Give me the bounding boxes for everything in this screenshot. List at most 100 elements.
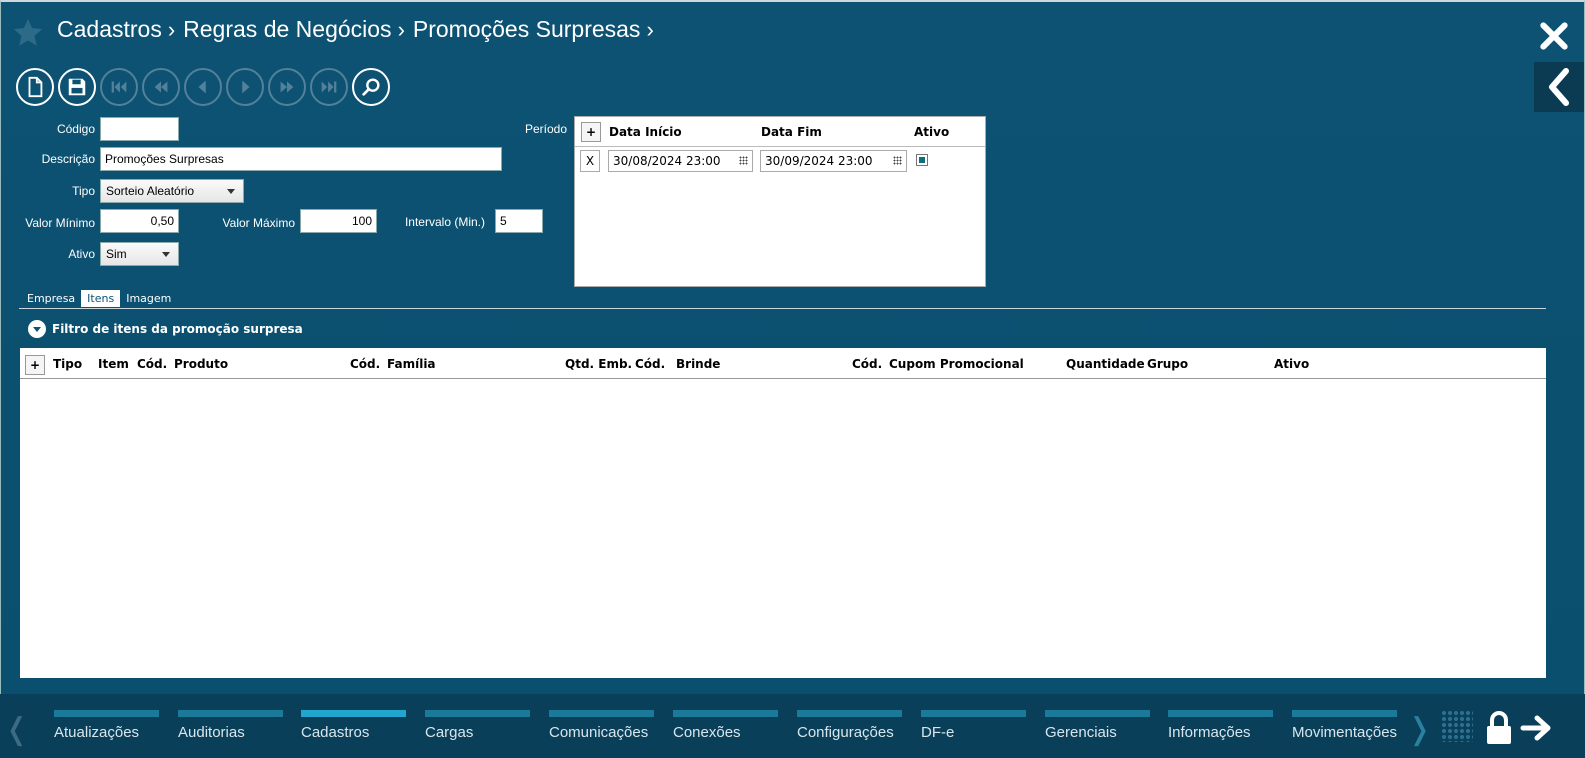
first-record-button[interactable]: [100, 68, 138, 106]
close-icon[interactable]: [1538, 20, 1570, 52]
tab-itens[interactable]: Itens: [81, 290, 121, 307]
nav-bar: [1045, 710, 1150, 717]
logout-arrow-icon[interactable]: [1520, 712, 1554, 744]
nav-item-gerenciais[interactable]: Gerenciais: [1045, 710, 1150, 741]
filter-toggle[interactable]: Filtro de itens da promoção surpresa: [28, 320, 303, 338]
tipo-select[interactable]: Sorteio Aleatório: [100, 179, 244, 203]
back-button[interactable]: [1534, 62, 1584, 112]
remove-periodo-button[interactable]: X: [580, 150, 600, 172]
tipo-value: Sorteio Aleatório: [106, 184, 195, 198]
periodo-grid-header: + Data Início Data Fim Ativo: [575, 117, 985, 147]
col-grupo: Grupo: [1147, 357, 1189, 371]
nav-scroll-right-icon[interactable]: ❭: [1407, 712, 1432, 747]
rewind-button[interactable]: [142, 68, 180, 106]
nav-label: Movimentações: [1292, 724, 1397, 741]
items-grid: + Tipo Item Cód. Produto Cód. Família Qt…: [20, 348, 1546, 678]
nav-label: DF-e: [921, 724, 955, 741]
breadcrumb: Cadastros › Regras de Negócios › Promoçõ…: [57, 16, 662, 43]
nav-item-informacoes[interactable]: Informações: [1168, 710, 1273, 741]
ativo-select[interactable]: Sim: [100, 242, 179, 266]
col-familia: Família: [387, 357, 436, 371]
tab-empresa[interactable]: Empresa: [21, 290, 81, 307]
nav-item-auditorias[interactable]: Auditorias: [178, 710, 283, 741]
col-cupom-promocional: Cupom Promocional: [889, 357, 1024, 371]
nav-label: Conexões: [673, 724, 741, 741]
col-ativo: Ativo: [914, 125, 950, 139]
data-fim-input[interactable]: 30/09/2024 23:00: [760, 150, 907, 172]
nav-item-cadastros[interactable]: Cadastros: [301, 710, 406, 741]
tipo-label: Tipo: [72, 184, 95, 198]
nav-bar: [178, 710, 283, 717]
col-produto: Produto: [174, 357, 229, 371]
rewind-icon: [154, 81, 168, 93]
valor-minimo-input[interactable]: [100, 209, 179, 233]
periodo-grid: + Data Início Data Fim Ativo X 30/08/202…: [574, 116, 986, 287]
expand-icon[interactable]: [28, 320, 46, 338]
col-cod-brinde: Cód.: [635, 357, 666, 371]
search-button[interactable]: [352, 68, 390, 106]
breadcrumb-item-regras[interactable]: Regras de Negócios: [183, 16, 391, 43]
tab-imagem[interactable]: Imagem: [120, 290, 177, 307]
col-tipo: Tipo: [53, 357, 83, 371]
dropdown-arrow-icon: [162, 252, 170, 257]
add-periodo-button[interactable]: +: [581, 122, 601, 142]
intervalo-label: Intervalo (Min.): [404, 215, 485, 229]
periodo-ativo-checkbox[interactable]: [916, 154, 928, 166]
first-icon: [111, 81, 127, 93]
nav-bar: [549, 710, 654, 717]
main-panel: Cadastros › Regras de Negócios › Promoçõ…: [0, 0, 1585, 694]
nav-scroll-left-icon[interactable]: ❬: [4, 712, 29, 747]
nav-item-conexoes[interactable]: Conexões: [673, 710, 778, 741]
previous-record-button[interactable]: [184, 68, 222, 106]
dropdown-arrow-icon: [227, 189, 235, 194]
nav-item-atualizacoes[interactable]: Atualizações: [54, 710, 159, 741]
new-document-button[interactable]: [16, 68, 54, 106]
col-data-fim: Data Fim: [761, 125, 822, 139]
nav-label: Cadastros: [301, 724, 370, 741]
col-quantidade: Quantidade: [1066, 357, 1145, 371]
lock-icon[interactable]: [1484, 710, 1514, 746]
col-data-inicio: Data Início: [609, 125, 682, 139]
nav-bar: [425, 710, 530, 717]
valor-maximo-input[interactable]: [300, 209, 377, 233]
calendar-icon[interactable]: [739, 156, 748, 165]
codigo-input[interactable]: [100, 117, 179, 141]
nav-item-comunicacoes[interactable]: Comunicações: [549, 710, 654, 741]
data-inicio-input[interactable]: 30/08/2024 23:00: [608, 150, 753, 172]
codigo-label: Código: [56, 122, 95, 136]
favorite-star-icon[interactable]: [11, 16, 45, 50]
calendar-icon[interactable]: [893, 156, 902, 165]
bottom-navigation: ❬ Atualizações Auditorias Cadastros Carg…: [0, 694, 1585, 758]
nav-bar: [797, 710, 902, 717]
nav-bar: [1292, 710, 1397, 717]
chevron-right-icon: ›: [397, 16, 405, 42]
save-icon: [68, 78, 86, 96]
toolbar: [16, 68, 390, 106]
fast-forward-button[interactable]: [268, 68, 306, 106]
table-row: X 30/08/2024 23:00 30/09/2024 23:00: [575, 150, 985, 174]
next-record-button[interactable]: [226, 68, 264, 106]
col-ativo: Ativo: [1274, 357, 1310, 371]
nav-bar: [921, 710, 1026, 717]
nav-item-dfe[interactable]: DF-e: [921, 710, 1026, 741]
chevron-left-icon: [1549, 68, 1569, 106]
nav-label: Configurações: [797, 724, 894, 741]
nav-label: Informações: [1168, 724, 1251, 741]
descricao-input[interactable]: [100, 147, 502, 171]
save-button[interactable]: [58, 68, 96, 106]
breadcrumb-item-promocoes[interactable]: Promoções Surpresas: [413, 16, 641, 43]
tab-bar: Empresa Itens Imagem: [21, 290, 177, 307]
apps-grid-icon[interactable]: [1441, 710, 1473, 742]
next-icon: [242, 80, 250, 94]
add-item-button[interactable]: +: [25, 355, 45, 375]
nav-label: Comunicações: [549, 724, 649, 741]
nav-item-cargas[interactable]: Cargas: [425, 710, 530, 741]
items-grid-header: + Tipo Item Cód. Produto Cód. Família Qt…: [20, 348, 1546, 379]
last-record-button[interactable]: [310, 68, 348, 106]
chevron-right-icon: ›: [646, 16, 654, 42]
nav-item-configuracoes[interactable]: Configurações: [797, 710, 902, 741]
descricao-label: Descrição: [41, 152, 95, 166]
intervalo-input[interactable]: [495, 209, 543, 233]
breadcrumb-item-cadastros[interactable]: Cadastros: [57, 16, 162, 43]
nav-item-movimentacoes[interactable]: Movimentações: [1292, 710, 1397, 741]
